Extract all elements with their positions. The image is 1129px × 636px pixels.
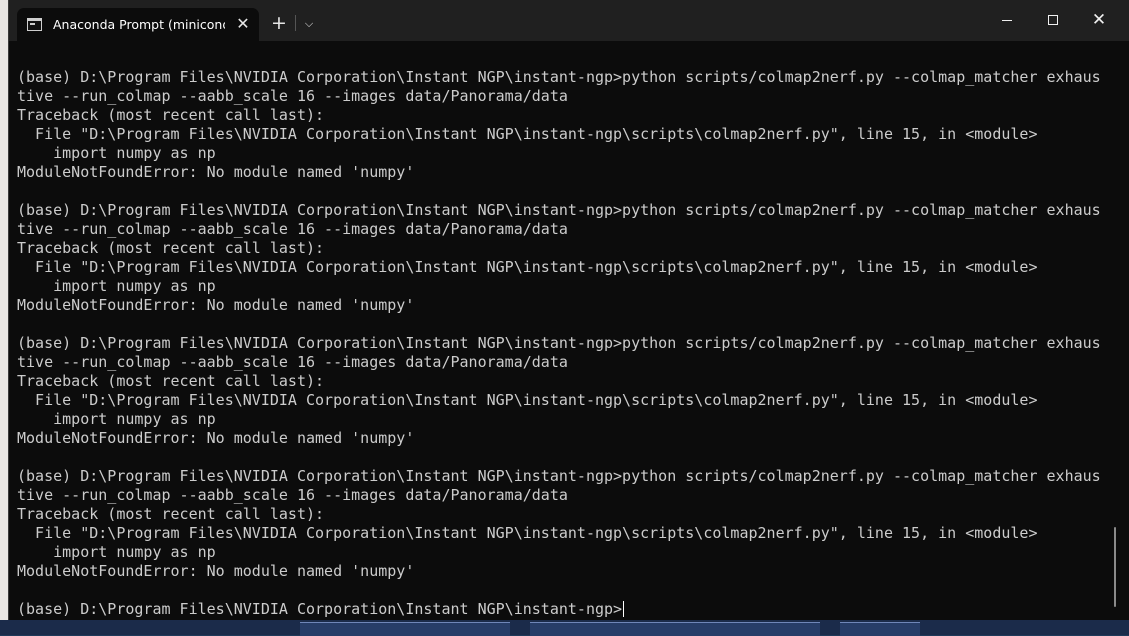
terminal-line: (base) D:\Program Files\NVIDIA Corporati…: [17, 334, 1101, 352]
terminal-line: (base) D:\Program Files\NVIDIA Corporati…: [17, 467, 1101, 485]
terminal-line: ModuleNotFoundError: No module named 'nu…: [17, 429, 415, 447]
maximize-icon: [1048, 15, 1058, 25]
background-thumbnail: [530, 622, 820, 636]
background-thumbnail: [300, 622, 510, 636]
tab-anaconda-prompt[interactable]: Anaconda Prompt (miniconda3) ✕: [17, 8, 259, 41]
terminal-line: Traceback (most recent call last):: [17, 505, 325, 523]
tab-divider: [295, 15, 296, 31]
terminal-line: import numpy as np: [17, 543, 216, 561]
terminal-line: File "D:\Program Files\NVIDIA Corporatio…: [17, 258, 1038, 276]
terminal-line: tive --run_colmap --aabb_scale 16 --imag…: [17, 87, 568, 105]
terminal-icon: [27, 18, 42, 31]
minimize-icon: [1002, 20, 1012, 21]
terminal-line: Traceback (most recent call last):: [17, 372, 325, 390]
terminal-line: Traceback (most recent call last):: [17, 106, 325, 124]
terminal-line: ModuleNotFoundError: No module named 'nu…: [17, 163, 415, 181]
terminal-line: (base) D:\Program Files\NVIDIA Corporati…: [17, 201, 1101, 219]
terminal-line: tive --run_colmap --aabb_scale 16 --imag…: [17, 353, 568, 371]
terminal-line: tive --run_colmap --aabb_scale 16 --imag…: [17, 220, 568, 238]
terminal-line: ModuleNotFoundError: No module named 'nu…: [17, 562, 415, 580]
terminal-line: File "D:\Program Files\NVIDIA Corporatio…: [17, 524, 1038, 542]
new-tab-button[interactable]: +: [268, 12, 290, 34]
maximize-button[interactable]: [1030, 0, 1076, 41]
terminal-line: File "D:\Program Files\NVIDIA Corporatio…: [17, 391, 1038, 409]
terminal-line: (base) D:\Program Files\NVIDIA Corporati…: [17, 68, 1101, 86]
terminal-line: File "D:\Program Files\NVIDIA Corporatio…: [17, 125, 1038, 143]
terminal-line: Traceback (most recent call last):: [17, 239, 325, 257]
close-icon: ✕: [1091, 10, 1107, 30]
terminal-line: (base) D:\Program Files\NVIDIA Corporati…: [17, 600, 625, 618]
terminal-line: import numpy as np: [17, 277, 216, 295]
dropdown-chevron-icon[interactable]: ⌵: [299, 12, 319, 34]
text-cursor: [623, 601, 625, 617]
terminal-line: tive --run_colmap --aabb_scale 16 --imag…: [17, 486, 568, 504]
title-bar[interactable]: Anaconda Prompt (miniconda3) ✕ + ⌵ ✕: [9, 0, 1129, 41]
terminal-line: import numpy as np: [17, 410, 216, 428]
minimize-button[interactable]: [984, 0, 1030, 41]
background-thumbnail: [840, 622, 920, 636]
scrollbar-thumb[interactable]: [1114, 527, 1116, 607]
close-tab-icon[interactable]: ✕: [233, 14, 253, 34]
close-window-button[interactable]: ✕: [1076, 0, 1122, 41]
terminal-output[interactable]: (base) D:\Program Files\NVIDIA Corporati…: [17, 68, 1117, 618]
desktop-background: [0, 620, 1129, 636]
terminal-line: ModuleNotFoundError: No module named 'nu…: [17, 296, 415, 314]
terminal-window: Anaconda Prompt (miniconda3) ✕ + ⌵ ✕ (ba…: [8, 0, 1129, 620]
terminal-line: import numpy as np: [17, 144, 216, 162]
tab-title: Anaconda Prompt (miniconda3): [53, 17, 225, 32]
